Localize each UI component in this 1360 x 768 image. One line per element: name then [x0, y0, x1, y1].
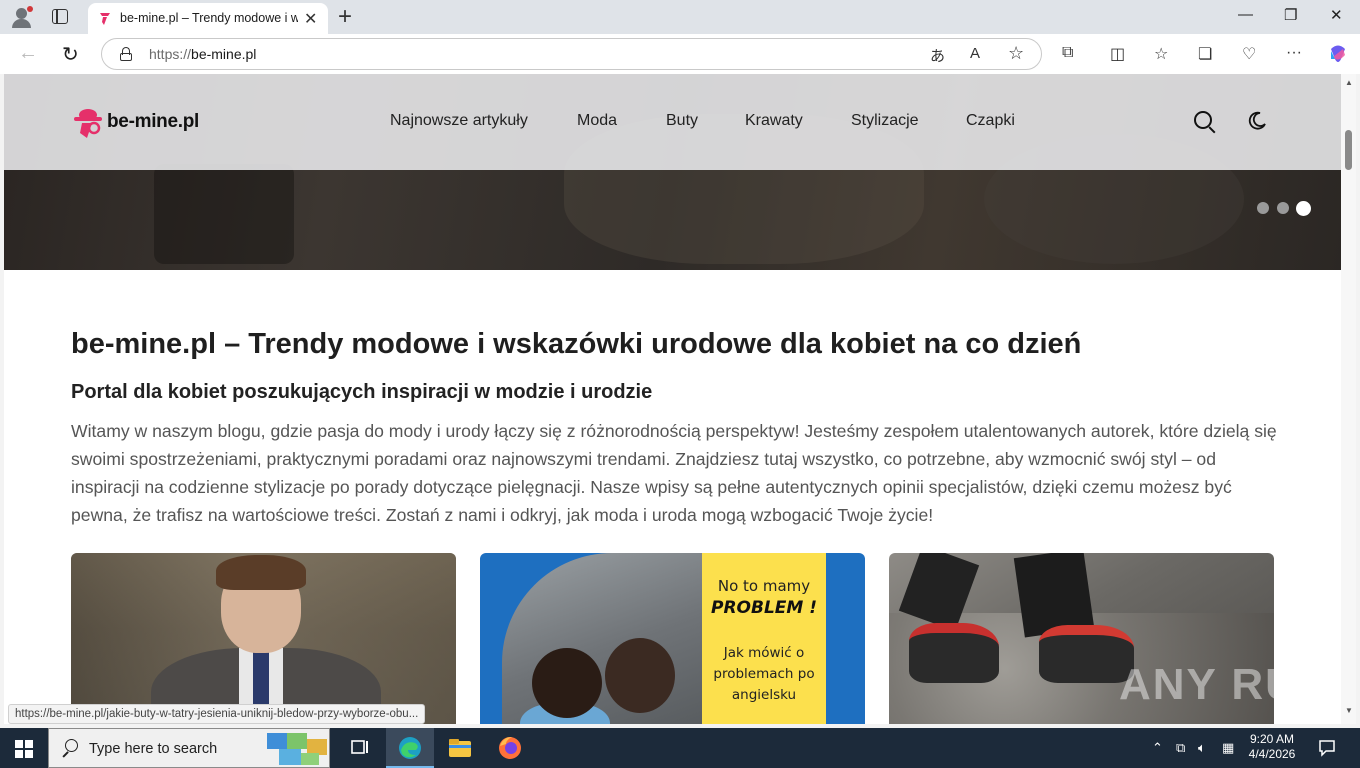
nav-item-stylizacje[interactable]: Stylizacje	[851, 112, 919, 130]
site-logo[interactable]: be-mine.pl	[72, 105, 212, 139]
profile-icon[interactable]	[10, 6, 34, 28]
new-tab-icon[interactable]: +	[338, 3, 352, 31]
restore-icon[interactable]: ❐	[1284, 6, 1297, 24]
settings-more-icon[interactable]: ···	[1286, 44, 1302, 62]
browser-toolbar: ← ↻ https://be-mine.pl あ A ☆ ⧉ ◫ ☆ ❏ ♡ ·…	[0, 34, 1360, 74]
favorites-icon[interactable]: ☆	[1154, 44, 1168, 64]
slider-dot-3[interactable]	[1296, 201, 1311, 216]
nav-item-moda[interactable]: Moda	[577, 112, 617, 130]
browser-tab-bar: be-mine.pl – Trendy modowe i wskazówki u…	[0, 0, 1360, 34]
scroll-down-icon[interactable]: ▼	[1345, 706, 1353, 715]
page-title: be-mine.pl – Trendy modowe i wskazówki u…	[71, 328, 1082, 360]
address-bar[interactable]: https://be-mine.pl あ A ☆	[101, 38, 1042, 70]
split-screen-icon[interactable]: ◫	[1110, 44, 1125, 64]
favorite-star-icon[interactable]: ☆	[1008, 43, 1024, 64]
taskbar-search-icon	[61, 739, 78, 758]
nav-item-latest[interactable]: Najnowsze artykuły	[390, 112, 528, 130]
task-view-icon[interactable]	[346, 734, 374, 762]
refresh-icon[interactable]: ↻	[62, 42, 79, 67]
link-status-url: https://be-mine.pl/jakie-buty-w-tatry-je…	[8, 704, 426, 724]
intro-paragraph: Witamy w naszym blogu, gdzie pasja do mo…	[71, 421, 1277, 525]
notifications-icon[interactable]	[1318, 739, 1336, 757]
tab-title: be-mine.pl – Trendy modowe i wskazówki u…	[120, 11, 298, 25]
page-viewport: be-mine.pl Najnowsze artykuły Moda Buty …	[4, 74, 1341, 724]
article-card-2-image[interactable]: No to mamy PROBLEM ! Jak mówić o problem…	[480, 553, 865, 724]
browser-essentials-icon[interactable]: ♡	[1242, 44, 1256, 64]
card2-caption-line1: No to mamy	[717, 577, 811, 595]
card2-caption-line3: Jak mówić o problemach po angielsku	[713, 645, 815, 703]
logo-hat-icon	[74, 109, 102, 138]
slider-dot-1[interactable]	[1257, 202, 1269, 214]
firefox-icon[interactable]	[496, 734, 524, 762]
scroll-up-icon[interactable]: ▲	[1345, 78, 1353, 87]
nav-item-czapki[interactable]: Czapki	[966, 112, 1015, 130]
anyrun-watermark: ANY RUN	[1119, 660, 1333, 709]
read-aloud-icon[interactable]: A	[970, 45, 980, 62]
nav-item-krawaty[interactable]: Krawaty	[745, 112, 803, 130]
browser-tab-active[interactable]: be-mine.pl – Trendy modowe i wskazówki u…	[88, 3, 328, 34]
page-subtitle: Portal dla kobiet poszukujących inspirac…	[71, 381, 653, 403]
copilot-icon[interactable]	[1327, 43, 1349, 65]
nav-item-buty[interactable]: Buty	[666, 112, 698, 130]
logo-text: be-mine.pl	[107, 111, 200, 132]
clock-date: 4/4/2026	[1248, 747, 1296, 761]
search-highlight-puzzle-icon	[267, 733, 327, 765]
site-favicon-icon	[100, 13, 110, 25]
windows-taskbar: Type here to search ⌃ ⧉ 🔈︎ ▦ 9:20 AM 4/4…	[0, 728, 1360, 768]
taskbar-search-placeholder: Type here to search	[89, 741, 218, 757]
extensions-icon[interactable]: ⧉	[1062, 44, 1073, 62]
page-scrollbar[interactable]: ▲ ▼	[1341, 74, 1356, 724]
windows-start-icon[interactable]	[15, 740, 33, 758]
address-url[interactable]: https://be-mine.pl	[149, 46, 256, 62]
file-explorer-icon[interactable]	[446, 734, 474, 762]
article-card-1-image[interactable]	[71, 553, 456, 724]
clock-time: 9:20 AM	[1249, 732, 1295, 746]
translate-icon[interactable]: あ	[930, 45, 945, 66]
collections-icon[interactable]: ❏	[1198, 44, 1212, 64]
site-header: be-mine.pl Najnowsze artykuły Moda Buty …	[4, 74, 1341, 170]
tray-chevron-up-icon[interactable]: ⌃	[1152, 740, 1163, 756]
tray-network-icon[interactable]: ⧉	[1176, 740, 1185, 756]
search-icon[interactable]	[1193, 110, 1217, 134]
edge-browser-icon[interactable]	[396, 734, 424, 762]
dark-mode-moon-icon[interactable]	[1247, 111, 1267, 131]
taskbar-search-box[interactable]: Type here to search	[48, 728, 330, 768]
back-icon[interactable]: ←	[18, 42, 38, 65]
scroll-thumb[interactable]	[1345, 130, 1352, 170]
card2-caption-line2: PROBLEM !	[711, 598, 817, 618]
taskbar-clock[interactable]: 9:20 AM 4/4/2026	[1244, 732, 1300, 762]
minimize-icon[interactable]: —	[1238, 6, 1253, 23]
close-window-icon[interactable]: ✕	[1330, 6, 1343, 24]
tab-close-icon[interactable]: ✕	[304, 9, 317, 29]
lock-icon[interactable]	[120, 47, 132, 61]
slider-dot-2[interactable]	[1277, 202, 1289, 214]
tray-volume-icon[interactable]: 🔈︎	[1198, 740, 1206, 756]
tab-actions-icon[interactable]	[52, 9, 68, 24]
tray-keyboard-icon[interactable]: ▦	[1222, 740, 1234, 756]
